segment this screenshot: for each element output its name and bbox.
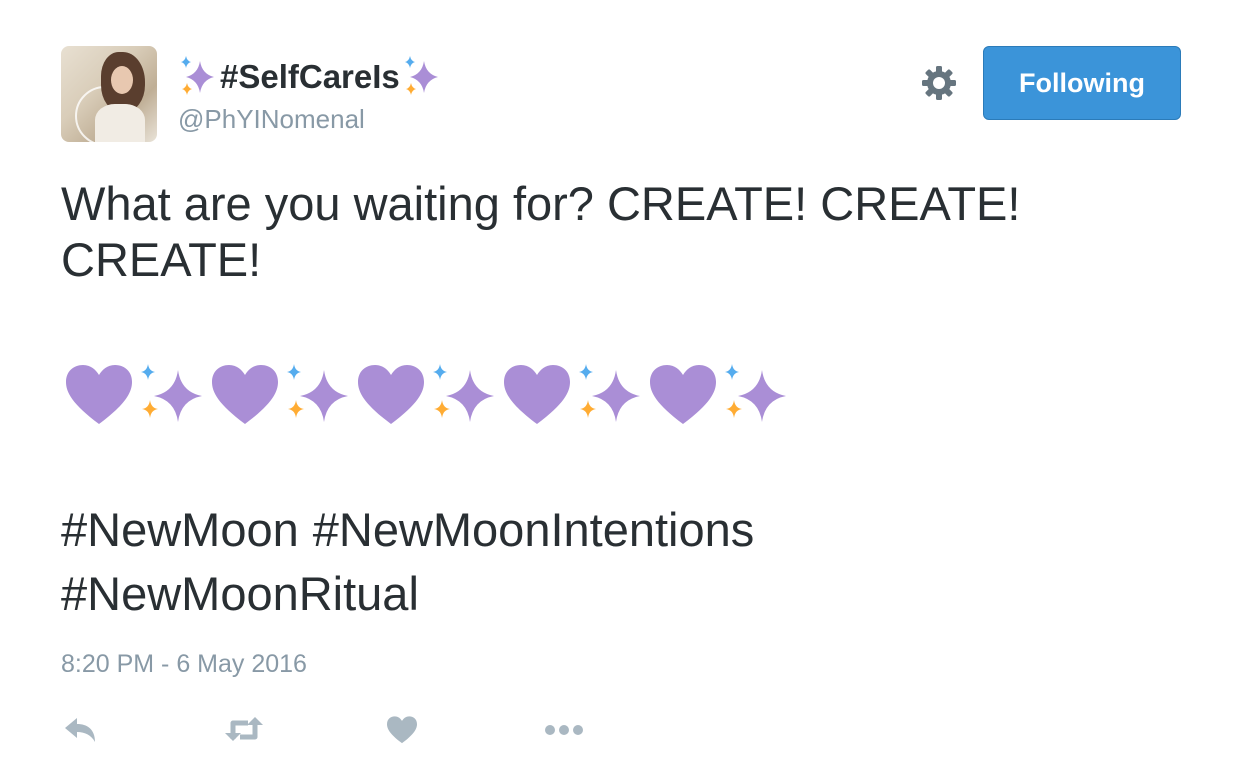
emoji-row <box>64 362 794 428</box>
author-name-row[interactable]: #SelfCareIs <box>178 54 442 100</box>
avatar-face <box>111 66 133 94</box>
gear-icon[interactable] <box>920 64 958 102</box>
avatar-body <box>95 104 145 142</box>
sparkles-icon <box>579 364 640 422</box>
hashtag-link[interactable]: #NewMoonRitual <box>61 567 419 620</box>
following-button[interactable]: Following <box>983 46 1181 120</box>
hashtag-link[interactable]: #NewMoonIntentions <box>313 503 755 556</box>
purple-heart-icon <box>504 365 570 424</box>
purple-heart-icon <box>358 365 424 424</box>
sparkles-icon <box>181 56 214 95</box>
tweet-timestamp[interactable]: 8:20 PM - 6 May 2016 <box>61 650 307 679</box>
purple-heart-icon <box>212 365 278 424</box>
retweet-icon[interactable] <box>224 712 264 748</box>
sparkles-icon <box>404 56 438 95</box>
more-icon[interactable] <box>544 712 584 748</box>
like-icon[interactable] <box>382 712 422 748</box>
hashtags: #NewMoon #NewMoonIntentions #NewMoonRitua… <box>61 498 1181 626</box>
display-name[interactable]: #SelfCareIs <box>220 58 400 96</box>
tweet-text: What are you waiting for? CREATE! CREATE… <box>61 177 1021 286</box>
user-handle[interactable]: @PhYINomenal <box>178 104 365 135</box>
purple-heart-icon <box>66 365 132 424</box>
hashtag-link[interactable]: #NewMoon <box>61 503 299 556</box>
sparkles-icon <box>287 364 348 422</box>
sparkles-icon <box>725 364 786 422</box>
purple-heart-icon <box>650 365 716 424</box>
sparkles-icon <box>141 364 202 422</box>
avatar[interactable] <box>61 46 157 142</box>
sparkles-icon <box>433 364 494 422</box>
reply-icon[interactable] <box>60 712 100 748</box>
